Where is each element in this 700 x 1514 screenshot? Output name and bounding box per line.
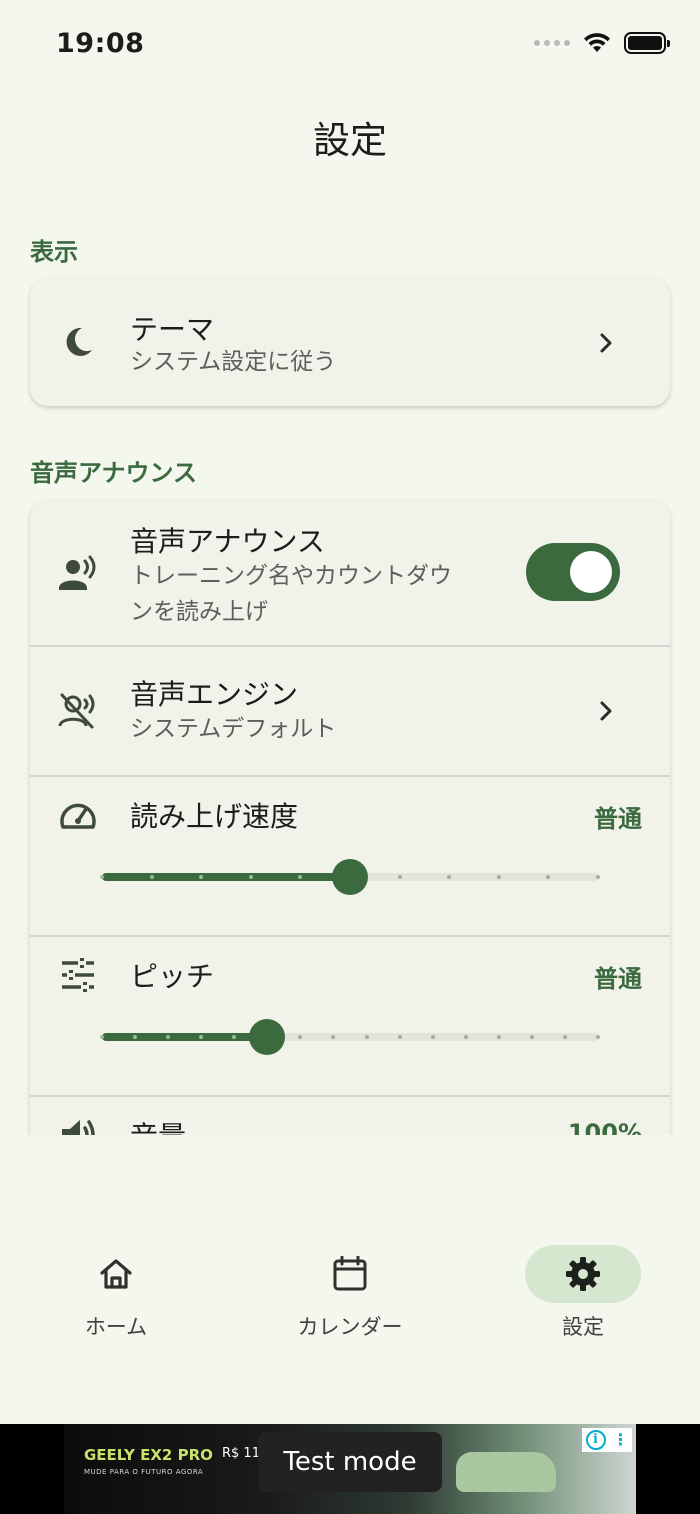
speech-rate-row: 読み上げ速度 普通 — [30, 777, 670, 935]
bottom-navigation: ホーム カレンダー 設定 — [0, 1225, 700, 1355]
slider-tick — [397, 875, 402, 879]
calendar-icon — [333, 1256, 367, 1291]
slider-tick — [596, 875, 600, 879]
slider-tick — [463, 1035, 468, 1039]
slider-tick — [364, 1035, 369, 1039]
slider-tick — [100, 1035, 104, 1039]
voice-announce-subtitle-line1: トレーニング名やカウントダウ — [130, 563, 452, 589]
voice-announce-subtitle-line2: ンを読み上げ — [130, 599, 268, 625]
settings-scroll-area[interactable]: 音声アナウンス トレーニング名やカウントダウ ンを読み上げ 音声エンジン システ… — [0, 485, 700, 1135]
slider-tick — [496, 875, 501, 879]
nav-label: ホーム — [84, 1315, 148, 1339]
slider-tick — [562, 1035, 567, 1039]
speech-rate-value: 普通 — [594, 805, 642, 833]
slider-tick — [248, 875, 253, 879]
voice-engine-row[interactable]: 音声エンジン システムデフォルト — [30, 647, 670, 775]
slider-tick — [100, 875, 104, 879]
nav-item-settings[interactable]: 設定 — [503, 1225, 663, 1355]
ad-tagline: MUDE PARA O FUTURO AGORA — [84, 1468, 204, 1476]
moon-icon — [66, 327, 92, 356]
voice-announce-toggle[interactable] — [526, 543, 620, 601]
voice-engine-title: 音声エンジン — [130, 678, 299, 711]
cellular-signal-icon — [534, 40, 570, 46]
section-label-display: 表示 — [30, 238, 78, 266]
chevron-right-icon — [600, 701, 612, 721]
slider-tick — [496, 1035, 501, 1039]
page-title: 設定 — [313, 119, 387, 162]
volume-icon — [62, 1120, 95, 1135]
battery-icon — [624, 32, 670, 54]
slider-tick — [397, 1035, 402, 1039]
pitch-row: ピッチ 普通 — [30, 937, 670, 1095]
home-icon — [100, 1259, 132, 1289]
voice-announce-title: 音声アナウンス — [130, 525, 325, 558]
pitch-title: ピッチ — [130, 960, 215, 993]
slider-thumb[interactable] — [249, 1019, 286, 1055]
slider-active-track — [102, 873, 350, 881]
volume-row: 音量 100% — [30, 1097, 670, 1135]
slider-tick — [149, 875, 154, 879]
test-mode-label: Test mode — [258, 1432, 442, 1492]
nav-label: 設定 — [562, 1315, 604, 1339]
chevron-right-icon — [600, 333, 612, 353]
theme-subtitle: システム設定に従う — [130, 349, 337, 375]
pitch-value: 普通 — [594, 965, 642, 993]
info-icon[interactable]: i — [585, 1430, 606, 1450]
speech-rate-title: 読み上げ速度 — [130, 800, 299, 833]
ad-brand: GEELY EX2 PRO — [84, 1446, 213, 1464]
slider-active-track — [102, 1033, 268, 1041]
voice-announce-row[interactable]: 音声アナウンス トレーニング名やカウントダウ ンを読み上げ — [30, 500, 670, 645]
slider-tick — [596, 1035, 600, 1039]
voice-engine-subtitle: システムデフォルト — [130, 716, 337, 742]
slider-tick — [529, 1035, 534, 1039]
theme-setting-row[interactable]: テーマ システム設定に従う — [30, 278, 670, 406]
theme-title: テーマ — [130, 313, 215, 346]
more-options-icon[interactable]: ⋮ — [613, 1432, 629, 1448]
nav-item-home[interactable]: ホーム — [36, 1225, 196, 1355]
speech-rate-slider[interactable] — [100, 857, 600, 897]
status-icons — [534, 32, 670, 54]
status-bar: 19:08 — [0, 0, 700, 90]
tune-icon — [62, 958, 94, 992]
wifi-icon — [584, 33, 610, 52]
nav-item-calendar[interactable]: カレンダー — [270, 1225, 430, 1355]
slider-thumb[interactable] — [332, 859, 368, 895]
voice-off-icon — [58, 693, 95, 729]
slider-tick — [430, 1035, 435, 1039]
status-time: 19:08 — [56, 28, 145, 59]
section-label-voice: 音声アナウンス — [30, 459, 198, 487]
record-voice-icon — [59, 555, 96, 590]
pitch-slider[interactable] — [100, 1017, 600, 1057]
speed-icon — [60, 803, 96, 829]
gear-icon — [566, 1257, 600, 1291]
ad-choices[interactable]: i ⋮ — [582, 1428, 632, 1452]
volume-value: 100% — [567, 1119, 642, 1135]
voice-settings-card: 音声アナウンス トレーニング名やカウントダウ ンを読み上げ 音声エンジン システ… — [30, 500, 670, 1135]
nav-label: カレンダー — [297, 1315, 403, 1339]
volume-title: 音量 — [130, 1115, 186, 1135]
ad-car-image — [456, 1452, 556, 1492]
toggle-knob — [570, 551, 612, 593]
